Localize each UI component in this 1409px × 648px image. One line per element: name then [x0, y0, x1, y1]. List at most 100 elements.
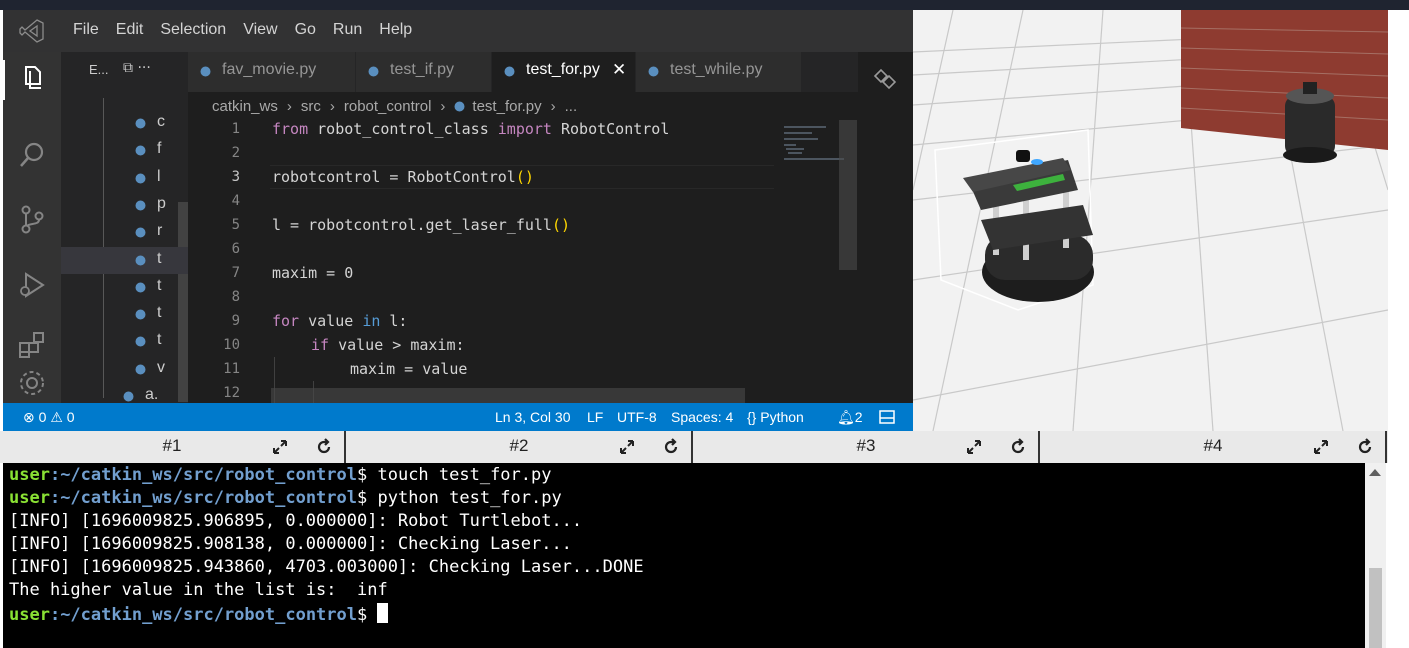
code-line-7: 7 maxim = 0 — [188, 262, 788, 286]
terminal-tab-4[interactable]: #4 — [1041, 431, 1387, 463]
minimap-line — [784, 138, 818, 140]
refresh-icon[interactable] — [661, 437, 681, 457]
editor-horizontal-scrollbar[interactable] — [271, 388, 745, 403]
breadcrumb-separator-icon: › — [329, 97, 335, 115]
code-editor[interactable]: 1 from robot_control_class import RobotC… — [188, 118, 858, 403]
editor-vertical-scrollbar[interactable] — [839, 120, 857, 270]
breadcrumb-src[interactable]: src — [301, 98, 321, 115]
refresh-icon[interactable] — [314, 437, 334, 457]
code-text: RobotControl — [551, 120, 670, 138]
menu-file[interactable]: File — [73, 21, 99, 39]
prompt-path: :~/catkin_ws/src/robot_control — [49, 465, 357, 485]
line-number: 7 — [231, 265, 240, 281]
explorer-file-item[interactable]: v — [61, 356, 188, 383]
cursor-position[interactable]: Ln 3, Col 30 — [495, 409, 571, 425]
python-file-icon — [135, 364, 146, 375]
close-icon[interactable]: ✕ — [612, 60, 626, 80]
maximize-icon[interactable] — [270, 437, 290, 457]
sim-scrollbar[interactable] — [1388, 10, 1409, 431]
breadcrumb: catkin_ws › src › robot_control › test_f… — [212, 95, 577, 117]
line-number: 5 — [231, 217, 240, 233]
tab-fav-movie[interactable]: fav_movie.py — [188, 52, 356, 92]
menu-go[interactable]: Go — [295, 21, 316, 39]
prompt-path: :~/catkin_ws/src/robot_control — [49, 488, 357, 508]
vscode-window: File Edit Selection View Go Run Help E..… — [3, 10, 913, 431]
indentation[interactable]: Spaces: 4 — [671, 409, 733, 425]
line-number: 6 — [231, 241, 240, 257]
terminal-tab-3[interactable]: #3 — [694, 431, 1040, 463]
prompt-user: user — [9, 488, 50, 508]
scrollbar-thumb[interactable] — [1369, 568, 1382, 648]
error-icon: ⊗ — [23, 409, 35, 425]
explorer-file-item[interactable]: p — [61, 192, 188, 219]
explorer-file-item[interactable]: t — [61, 301, 188, 328]
maximize-icon[interactable] — [1311, 437, 1331, 457]
menu-help[interactable]: Help — [379, 21, 412, 39]
search-icon[interactable] — [17, 140, 47, 170]
line-number: 9 — [231, 313, 240, 329]
terminal-command: python test_for.py — [377, 488, 562, 508]
source-control-icon[interactable] — [17, 204, 47, 234]
explorer-file-label: l — [157, 167, 161, 185]
paren: () — [515, 168, 534, 186]
maximize-icon[interactable] — [964, 437, 984, 457]
terminal-tab-label: #1 — [162, 436, 182, 455]
refresh-icon[interactable] — [1008, 437, 1028, 457]
keyword: in — [362, 312, 381, 330]
breadcrumb-symbol[interactable]: ... — [565, 98, 578, 115]
menu-edit[interactable]: Edit — [116, 21, 144, 39]
explorer-file-item[interactable]: t — [61, 328, 188, 355]
explorer-file-item[interactable]: t — [61, 274, 188, 301]
terminal-tab-2[interactable]: #2 — [347, 431, 693, 463]
terminal[interactable]: user:~/catkin_ws/src/robot_control$ touc… — [3, 463, 1365, 648]
menu-view[interactable]: View — [243, 21, 277, 39]
line-number: 1 — [231, 121, 240, 137]
terminal-scrollbar[interactable] — [1365, 463, 1386, 648]
breadcrumb-separator-icon: › — [286, 97, 292, 115]
breadcrumb-catkin-ws[interactable]: catkin_ws — [212, 98, 278, 115]
tab-test-for[interactable]: test_for.py ✕ — [492, 52, 636, 92]
tab-test-if[interactable]: test_if.py — [356, 52, 492, 92]
code-text: value — [299, 312, 363, 330]
maximize-icon[interactable] — [617, 437, 637, 457]
scroll-up-icon[interactable] — [1369, 469, 1381, 476]
terminal-tab-1[interactable]: #1 — [0, 431, 346, 463]
keyword: for — [272, 312, 300, 330]
run-debug-icon[interactable] — [17, 270, 47, 300]
file-encoding[interactable]: UTF-8 — [617, 409, 657, 425]
split-editor-icon[interactable] — [871, 66, 897, 92]
prompt-symbol: $ — [357, 488, 378, 508]
breadcrumb-robot-control[interactable]: robot_control — [344, 98, 432, 115]
paren: () — [551, 216, 571, 234]
prompt-user: user — [9, 465, 50, 485]
explorer-file-item[interactable]: f — [61, 137, 188, 164]
menu-run[interactable]: Run — [333, 21, 362, 39]
explorer-file-item[interactable]: r — [61, 219, 188, 246]
notifications[interactable]: 🔔︎2 — [837, 409, 863, 426]
explorer-file-item[interactable]: c — [61, 110, 188, 137]
terminal-tab-label: #3 — [856, 436, 876, 455]
terminal-command: touch test_for.py — [377, 465, 552, 485]
menu-selection[interactable]: Selection — [160, 21, 226, 39]
code-line-2: 2 — [188, 142, 788, 166]
line-number: 10 — [223, 337, 240, 353]
explorer-actions[interactable]: ⧉ ··· — [123, 60, 151, 76]
settings-gear-icon[interactable] — [17, 368, 47, 398]
tab-test-while[interactable]: test_while.py — [636, 52, 802, 92]
explorer-file-label: p — [157, 194, 166, 212]
simulation-viewport[interactable] — [913, 10, 1388, 431]
explorer-file-item[interactable]: l — [61, 165, 188, 192]
explorer-file-item[interactable]: t — [61, 246, 188, 274]
extensions-icon[interactable] — [17, 330, 47, 360]
problems-status[interactable]: ⊗ 0 ⚠ 0 — [23, 409, 75, 426]
breadcrumb-file[interactable]: test_for.py — [472, 98, 541, 115]
terminal-tab-label: #2 — [509, 436, 529, 455]
code-line-3: 3 robotcontrol = RobotControl() — [188, 166, 788, 190]
terminal-prompt-line: user:~/catkin_ws/src/robot_control$ pyth… — [9, 488, 562, 511]
python-file-icon — [135, 282, 146, 293]
explorer-icon[interactable] — [17, 62, 47, 92]
line-ending[interactable]: LF — [587, 409, 603, 425]
refresh-icon[interactable] — [1355, 437, 1375, 457]
layout-panel-icon[interactable] — [879, 409, 895, 425]
language-mode[interactable]: {} Python — [747, 409, 804, 425]
